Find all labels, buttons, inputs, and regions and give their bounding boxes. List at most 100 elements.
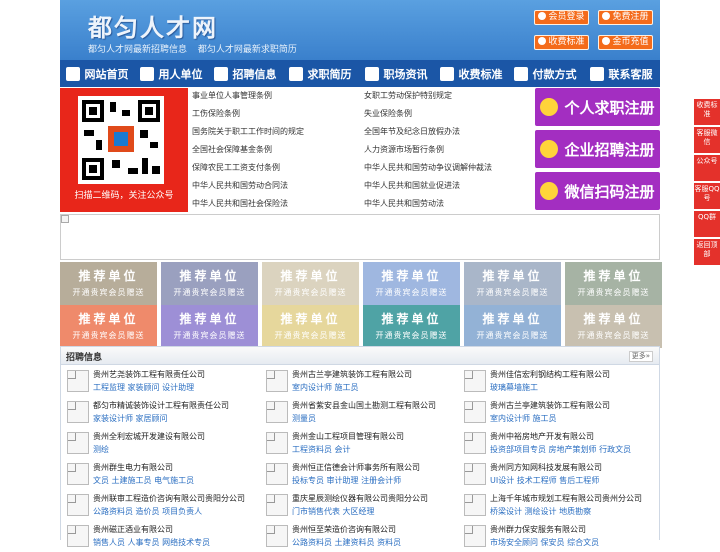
company-name-link[interactable]: 贵州同方知网科技发展有限公司: [490, 462, 602, 473]
position-links[interactable]: 公路资料员 土建资料员 资料员: [292, 537, 401, 548]
position-links[interactable]: 室内设计师 施工员: [490, 413, 557, 424]
recommended-employer-tile[interactable]: 推荐单位 开通贵宾会员赠送: [262, 262, 359, 305]
recommended-employer-tile[interactable]: 推荐单位 开通贵宾会员赠送: [363, 262, 460, 305]
company-name-link[interactable]: 上海千年城市规划工程有限公司贵州分公司: [490, 493, 642, 504]
company-name-link[interactable]: 贵州磁正酒业有限公司: [93, 524, 173, 535]
recommended-employer-tile[interactable]: 推荐单位 开通贵宾会员赠送: [363, 305, 460, 348]
company-name-link[interactable]: 贵州全利宏城开发建设有限公司: [93, 431, 205, 442]
policy-link[interactable]: 事业单位人事管理条例: [192, 90, 272, 101]
company-name-link[interactable]: 贵州古兰亭建筑装饰工程有限公司: [292, 369, 412, 380]
company-logo-placeholder[interactable]: [67, 370, 89, 392]
company-logo-placeholder[interactable]: [464, 463, 486, 485]
company-logo-placeholder[interactable]: [266, 463, 288, 485]
policy-link[interactable]: 中华人民共和国就业促进法: [364, 180, 460, 191]
company-name-link[interactable]: 贵州中裕房地产开发有限公司: [490, 431, 594, 442]
company-logo-placeholder[interactable]: [464, 401, 486, 423]
company-logo-placeholder[interactable]: [266, 494, 288, 516]
site-title[interactable]: 都匀人才网: [88, 8, 218, 43]
position-links[interactable]: 销售人员 人事专员 网络技术专员: [93, 537, 210, 548]
recommended-employer-tile[interactable]: 推荐单位 开通贵宾会员赠送: [262, 305, 359, 348]
company-name-link[interactable]: 都匀市精诚装饰设计工程有限责任公司: [93, 400, 229, 411]
position-links[interactable]: 工程监理 家装顾问 设计助理: [93, 382, 194, 393]
policy-link[interactable]: 女职工劳动保护特别规定: [364, 90, 452, 101]
side-official-account-button[interactable]: 公众号: [694, 155, 720, 181]
company-logo-placeholder[interactable]: [464, 494, 486, 516]
company-logo-placeholder[interactable]: [67, 401, 89, 423]
side-qq-group-button[interactable]: QQ群: [694, 211, 720, 237]
position-links[interactable]: 文员 土建施工员 电气施工员: [93, 475, 194, 486]
company-name-link[interactable]: 贵州群生电力有限公司: [93, 462, 173, 473]
latest-jobs-link[interactable]: 都匀人才网最新招聘信息: [88, 45, 187, 55]
company-logo-placeholder[interactable]: [67, 494, 89, 516]
recommended-employer-tile[interactable]: 推荐单位 开通贵宾会员赠送: [464, 305, 561, 348]
policy-link[interactable]: 全国社会保障基金条例: [192, 144, 272, 155]
company-logo-placeholder[interactable]: [67, 463, 89, 485]
banner-image[interactable]: [60, 214, 660, 260]
company-name-link[interactable]: 贵州恒至荣造价咨询有限公司: [292, 524, 396, 535]
latest-resumes-link[interactable]: 都匀人才网最新求职简历: [198, 45, 297, 55]
side-back-to-top-button[interactable]: 返回顶部: [694, 239, 720, 265]
company-name-link[interactable]: 贵州金山工程项目管理有限公司: [292, 431, 404, 442]
policy-link[interactable]: 国务院关于职工工作时间的规定: [192, 126, 304, 137]
coin-recharge-button[interactable]: 金币充值: [598, 35, 653, 50]
company-logo-placeholder[interactable]: [266, 432, 288, 454]
wechat-register-button[interactable]: 微信扫码注册: [535, 172, 660, 210]
position-links[interactable]: 测量员: [292, 413, 316, 424]
nav-home[interactable]: 网站首页: [60, 60, 134, 87]
nav-jobs[interactable]: 招聘信息: [208, 60, 282, 87]
position-links[interactable]: 投资部项目专员 房地产策划师 行政文员: [490, 444, 631, 455]
more-button[interactable]: 更多»: [628, 351, 653, 362]
company-name-link[interactable]: 重庆星辰测绘仪器有限公司贵阳分公司: [292, 493, 428, 504]
nav-news[interactable]: 职场资讯: [358, 60, 434, 87]
employer-register-button[interactable]: 企业招聘注册: [535, 130, 660, 168]
policy-link[interactable]: 中华人民共和国社会保险法: [192, 198, 288, 209]
company-name-link[interactable]: 贵州艺尧装饰工程有限责任公司: [93, 369, 205, 380]
company-name-link[interactable]: 贵州恒正信德会计师事务所有限公司: [292, 462, 420, 473]
nav-employers[interactable]: 用人单位: [134, 60, 208, 87]
company-logo-placeholder[interactable]: [464, 525, 486, 547]
position-links[interactable]: 公路资料员 造价员 项目负责人: [93, 506, 202, 517]
free-register-button[interactable]: 免费注册: [598, 10, 653, 25]
nav-resumes[interactable]: 求职简历: [282, 60, 358, 87]
policy-link[interactable]: 中华人民共和国劳动争议调解仲裁法: [364, 162, 492, 173]
side-wechat-button[interactable]: 客服微信: [694, 127, 720, 153]
position-links[interactable]: 投标专员 审计助理 注册会计师: [292, 475, 401, 486]
position-links[interactable]: 测绘: [93, 444, 109, 455]
nav-payment[interactable]: 付款方式: [508, 60, 582, 87]
company-name-link[interactable]: 贵州联审工程造价咨询有限公司贵阳分公司: [93, 493, 245, 504]
recommended-employer-tile[interactable]: 推荐单位 开通贵宾会员赠送: [161, 305, 258, 348]
position-links[interactable]: 家装设计师 家居顾问: [93, 413, 168, 424]
company-name-link[interactable]: 贵州佳信宏利钢结构工程有限公司: [490, 369, 610, 380]
recommended-employer-tile[interactable]: 推荐单位 开通贵宾会员赠送: [464, 262, 561, 305]
recommended-employer-tile[interactable]: 推荐单位 开通贵宾会员赠送: [60, 305, 157, 348]
recommended-employer-tile[interactable]: 推荐单位 开通贵宾会员赠送: [60, 262, 157, 305]
position-links[interactable]: 室内设计师 施工员: [292, 382, 359, 393]
policy-link[interactable]: 全国年节及纪念日放假办法: [364, 126, 460, 137]
position-links[interactable]: 门市销售代表 大区经理: [292, 506, 375, 517]
company-logo-placeholder[interactable]: [266, 525, 288, 547]
nav-support[interactable]: 联系客服: [582, 60, 660, 87]
policy-link[interactable]: 工伤保险条例: [192, 108, 240, 119]
position-links[interactable]: 市场安全顾问 保安员 综合文员: [490, 537, 599, 548]
price-standard-button[interactable]: 收费标准: [534, 35, 589, 50]
company-logo-placeholder[interactable]: [464, 370, 486, 392]
position-links[interactable]: UI设计 技术工程师 售后工程师: [490, 475, 599, 486]
side-pricing-button[interactable]: 收费标准: [694, 99, 720, 125]
nav-pricing[interactable]: 收费标准: [434, 60, 508, 87]
policy-link[interactable]: 人力资源市场暂行条例: [364, 144, 444, 155]
policy-link[interactable]: 保障农民工工资支付条例: [192, 162, 280, 173]
company-logo-placeholder[interactable]: [266, 401, 288, 423]
recommended-employer-tile[interactable]: 推荐单位 开通贵宾会员赠送: [565, 262, 662, 305]
recommended-employer-tile[interactable]: 推荐单位 开通贵宾会员赠送: [161, 262, 258, 305]
company-name-link[interactable]: 贵州群力保安服务有限公司: [490, 524, 586, 535]
policy-link[interactable]: 中华人民共和国劳动法: [364, 198, 444, 209]
company-name-link[interactable]: 贵州古兰亭建筑装饰工程有限公司: [490, 400, 610, 411]
side-qq-button[interactable]: 客服QQ号: [694, 183, 720, 209]
jobseeker-register-button[interactable]: 个人求职注册: [535, 88, 660, 126]
company-logo-placeholder[interactable]: [464, 432, 486, 454]
company-logo-placeholder[interactable]: [67, 432, 89, 454]
member-login-button[interactable]: 会员登录: [534, 10, 589, 25]
company-name-link[interactable]: 贵州省紫安县金山国土勘测工程有限公司: [292, 400, 436, 411]
recommended-employer-tile[interactable]: 推荐单位 开通贵宾会员赠送: [565, 305, 662, 348]
position-links[interactable]: 工程资料员 会计: [292, 444, 351, 455]
